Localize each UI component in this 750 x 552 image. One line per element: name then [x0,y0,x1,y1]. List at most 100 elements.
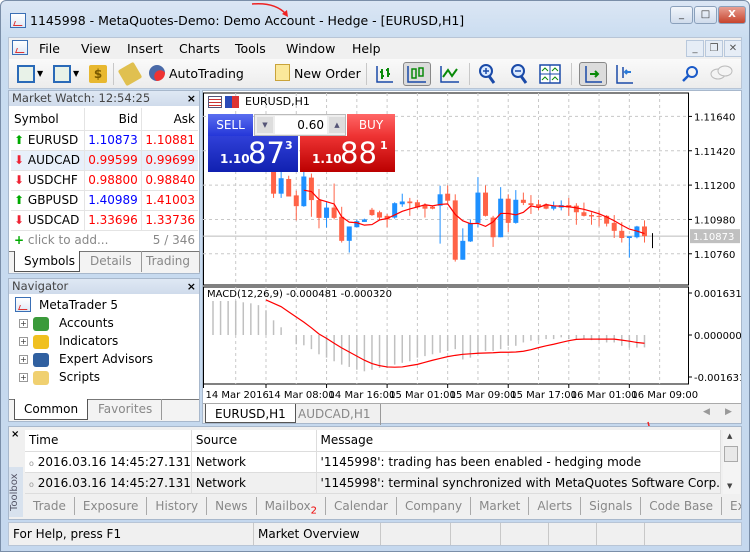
journal-row[interactable]: o 2016.03.16 14:45:27.131 Network '1145998… [25,472,722,494]
volume-increase-button[interactable]: ▲ [329,117,345,133]
zoom-out-icon[interactable] [509,63,529,85]
one-click-trading-icon[interactable] [225,96,239,108]
scrollbar[interactable]: ▲ ▼ [723,430,740,494]
tab-eurusd-h1[interactable]: EURUSD,H1 [205,404,296,423]
symbol-cell: ⬆ GBPUSD [11,190,85,211]
close-icon[interactable]: × [187,279,196,294]
tab-expert[interactable]: Expert [722,497,741,515]
tab-signals[interactable]: Signals [581,497,642,515]
chat-icon[interactable] [709,65,733,83]
column-ask[interactable]: Ask [141,108,198,131]
tab-calendar[interactable]: Calendar [326,497,397,515]
tab-label: Calendar [334,499,388,513]
tab-company[interactable]: Company [397,497,472,515]
market-watch-row[interactable]: ⬇ USDCHF 0.98800 0.98840 [11,170,198,191]
nav-item-indicators[interactable]: + Indicators [19,332,118,350]
menu-tools[interactable]: Tools [235,41,266,56]
sell-price[interactable]: 1.10 87 3 [208,136,298,172]
line-chart-icon[interactable] [439,64,461,84]
status-profile[interactable]: Market Overview [254,523,381,545]
close-icon[interactable]: × [187,91,196,106]
candlestick-button[interactable] [403,62,431,86]
time-tick-label: 16 Mar 09:00 [631,390,698,401]
market-watch-row[interactable]: ⬆ EURUSD 1.10873 1.10881 [11,130,198,151]
scroll-left-icon[interactable]: ◀ [703,407,710,417]
menu-help[interactable]: Help [352,41,381,56]
chart-shift-icon[interactable] [613,64,635,84]
tab-code-base[interactable]: Code Base [641,497,723,515]
search-icon[interactable] [681,65,699,83]
volume-input[interactable]: 0.60 [275,116,327,134]
status-cell [381,523,451,545]
toolbar-separator [366,63,367,85]
buy-price[interactable]: 1.10 88 1 [300,136,395,172]
candle-bearish [596,215,602,217]
nav-item-scripts[interactable]: + Scripts [19,368,100,386]
tab-audcad-h1[interactable]: AUDCAD,H1 [289,404,381,425]
tab-trade[interactable]: Trade [25,497,75,515]
minimize-button[interactable]: _ [670,6,693,24]
tab-exposure[interactable]: Exposure [75,497,148,515]
nav-item-expert-advisors[interactable]: + Expert Advisors [19,350,153,368]
menu-insert[interactable]: Insert [127,41,163,56]
tab-common[interactable]: Common [14,399,88,420]
metaeditor-icon[interactable] [117,61,143,87]
menu-charts[interactable]: Charts [179,41,220,56]
market-watch-row[interactable]: ⬆ GBPUSD 1.40989 1.41003 [11,190,198,211]
tab-news[interactable]: News [207,497,257,515]
tab-mailbox[interactable]: Mailbox2 [257,497,327,516]
column-message[interactable]: Message [316,430,722,452]
expand-icon[interactable]: + [19,337,28,346]
market-watch-row[interactable]: ⬇ USDCAD 1.33696 1.33736 [11,210,198,231]
tab-market[interactable]: Market [471,497,530,515]
tab-favorites[interactable]: Favorites [89,399,163,420]
tab-trading[interactable]: Trading [137,251,201,272]
menu-file[interactable]: File [39,41,60,56]
maximize-button[interactable]: □ [694,6,717,24]
chevron-down-icon[interactable]: ▼ [73,63,79,85]
column-time[interactable]: Time [25,430,192,452]
mdi-minimize-button[interactable]: _ [686,40,704,57]
autoscroll-button[interactable] [579,62,607,86]
new-order-button[interactable]: New Order [275,63,361,85]
tab-history[interactable]: History [147,497,208,515]
window-title: 1145998 - MetaQuotes-Demo: Demo Account … [30,13,465,28]
scroll-right-icon[interactable]: ▶ [725,407,732,417]
market-watch-icon[interactable]: $ [89,65,107,83]
buy-button[interactable]: BUY [347,114,395,136]
tab-details[interactable]: Details [81,251,142,272]
tile-windows-icon[interactable] [539,64,561,84]
chevron-down-icon[interactable]: ▼ [37,63,43,85]
expand-icon[interactable]: + [19,319,28,328]
menu-view[interactable]: View [81,41,111,56]
profiles-icon[interactable] [53,65,71,83]
click-to-add[interactable]: click to add... [28,233,109,247]
nav-item-accounts[interactable]: + Accounts [19,314,114,332]
sell-button[interactable]: SELL [208,114,253,136]
chart-window-icon[interactable] [12,40,28,55]
zoom-in-icon[interactable] [477,63,497,85]
close-button[interactable]: X [718,6,746,24]
close-icon[interactable]: × [11,429,19,440]
market-watch-row[interactable]: ⬇ AUDCAD 0.99599 0.99699 [11,150,198,171]
volume-decrease-button[interactable]: ▼ [257,117,273,133]
candle-bullish [498,198,504,238]
new-chart-icon[interactable] [17,65,35,83]
mdi-close-button[interactable]: ✕ [724,40,742,57]
expand-icon[interactable]: + [19,355,28,364]
nav-root[interactable]: MetaTrader 5 [15,296,118,314]
autotrading-button[interactable]: AutoTrading [149,63,244,85]
mdi-restore-button[interactable]: ❐ [705,40,723,57]
tab-symbols[interactable]: Symbols [14,251,80,272]
chart-properties-icon[interactable] [208,96,222,108]
journal-row[interactable]: o 2016.03.16 14:45:27.131 Network '1145998… [25,451,722,473]
column-bid[interactable]: Bid [84,108,142,131]
expand-icon[interactable]: + [19,373,28,382]
column-symbol[interactable]: Symbol [11,108,85,131]
new-order-label: New Order [293,66,361,81]
nav-item-label: Indicators [59,334,119,348]
bar-chart-icon[interactable] [375,64,395,84]
column-source[interactable]: Source [191,430,317,452]
tab-alerts[interactable]: Alerts [529,497,582,515]
menu-window[interactable]: Window [286,41,335,56]
